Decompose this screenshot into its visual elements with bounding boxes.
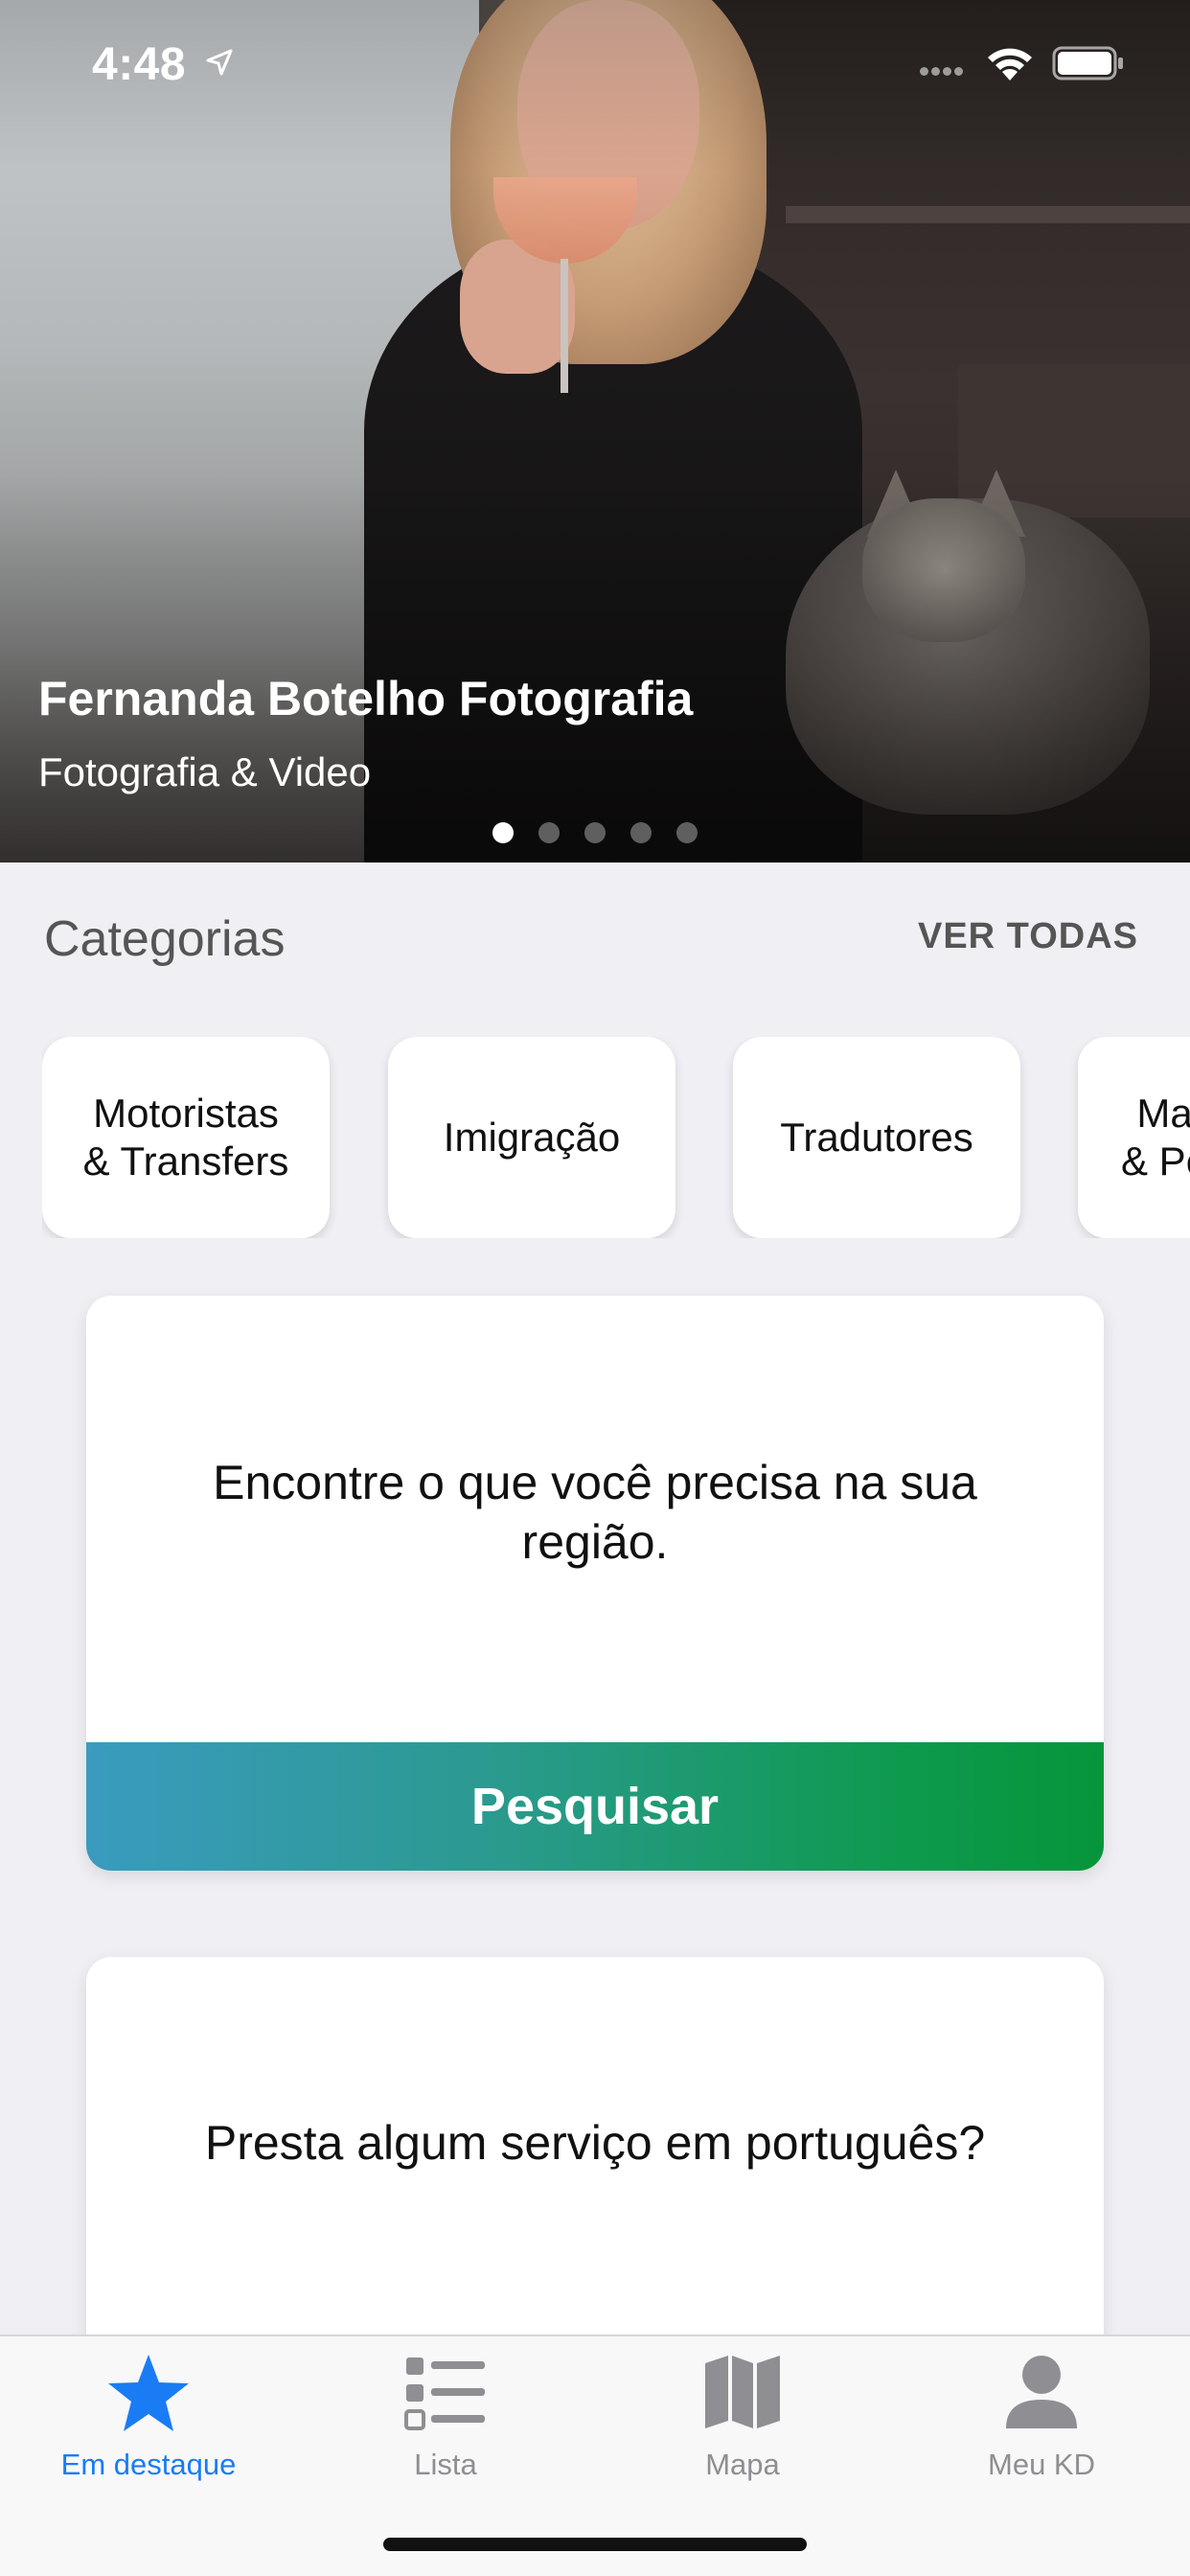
battery-icon [1052, 46, 1123, 80]
person-icon [1006, 2356, 1077, 2428]
page-dot[interactable] [630, 822, 652, 843]
page-dot[interactable] [584, 822, 606, 843]
wifi-icon [988, 48, 1032, 80]
featured-carousel[interactable]: 4:48 Fernanda Botelho Fotografia Fotogra… [0, 0, 1190, 862]
location-arrow-icon [206, 49, 233, 76]
tab-lista[interactable]: Lista [297, 2352, 594, 2496]
star-icon [108, 2355, 189, 2431]
tab-label: Em destaque [60, 2448, 237, 2481]
cellular-signal-icon [920, 63, 966, 80]
tab-label: Lista [414, 2448, 477, 2481]
category-card-tradutores[interactable]: Tradutores [733, 1037, 1020, 1238]
tab-label: Meu KD [988, 2448, 1095, 2481]
search-card: Encontre o que você precisa na sua regiã… [86, 1296, 1104, 1871]
status-time: 4:48 [92, 39, 187, 90]
tab-em-destaque[interactable]: Em destaque [0, 2352, 297, 2496]
carousel-page-indicator[interactable] [492, 822, 698, 843]
category-card-motoristas[interactable]: Motoristas & Transfers [42, 1037, 330, 1238]
featured-subtitle: Fotografia & Video [38, 749, 372, 794]
search-card-text: Encontre o que você precisa na sua regiã… [213, 1456, 977, 1569]
see-all-categories-link[interactable]: VER TODAS [918, 916, 1138, 957]
home-indicator[interactable] [383, 2538, 807, 2551]
tab-meu-kd[interactable]: Meu KD [893, 2352, 1190, 2496]
category-card-imigracao[interactable]: Imigração [388, 1037, 675, 1238]
map-icon [705, 2356, 780, 2428]
page-dot[interactable] [538, 822, 560, 843]
page-dot[interactable] [492, 822, 514, 843]
tab-mapa[interactable]: Mapa [594, 2352, 891, 2496]
tab-label: Mapa [705, 2448, 780, 2481]
provider-promo-text: Presta algum serviço em português? [204, 2116, 986, 2170]
featured-title[interactable]: Fernanda Botelho Fotografia [38, 671, 693, 726]
category-card-partial[interactable]: Ma & Pe [1078, 1037, 1190, 1238]
page-dot[interactable] [676, 822, 698, 843]
categories-carousel[interactable]: Motoristas & Transfers Imigração Traduto… [42, 1037, 1190, 1238]
list-icon [404, 2358, 485, 2430]
categories-heading: Categorias [44, 911, 286, 967]
search-button[interactable]: Pesquisar [86, 1742, 1104, 1871]
